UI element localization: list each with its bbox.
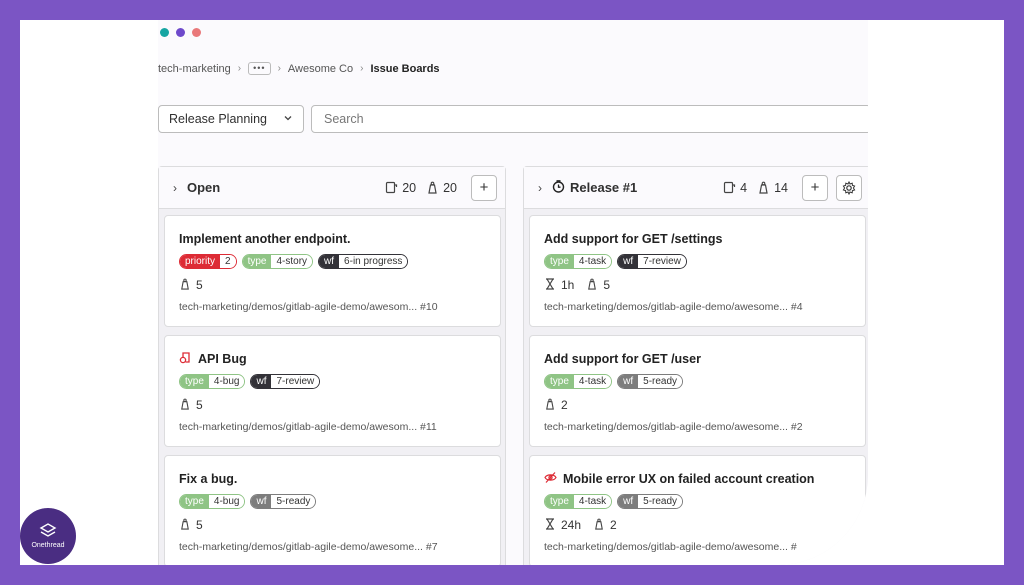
weight-icon bbox=[586, 278, 598, 293]
issue-title[interactable]: API Bug bbox=[198, 352, 247, 366]
bug-icon bbox=[179, 351, 192, 367]
issue-weight: 2 bbox=[610, 518, 617, 532]
issue-card[interactable]: Add support for GET /settings type 4-task… bbox=[529, 215, 866, 327]
label-type[interactable]: type 4-story bbox=[241, 254, 314, 269]
column-title: Release #1 bbox=[570, 180, 638, 195]
issue-weight: 5 bbox=[196, 518, 203, 532]
chevron-down-icon bbox=[283, 112, 293, 126]
issue-reference: tech-marketing/demos/gitlab-agile-demo/a… bbox=[179, 421, 437, 433]
issue-reference: tech-marketing/demos/gitlab-agile-demo/a… bbox=[544, 541, 797, 553]
time-estimate: 24h bbox=[561, 518, 582, 532]
chevron-right-icon: › bbox=[360, 63, 364, 74]
issue-title[interactable]: Add support for GET /user bbox=[544, 352, 701, 366]
issue-reference: tech-marketing/demos/gitlab-agile-demo/a… bbox=[179, 301, 438, 313]
window-controls bbox=[160, 28, 201, 37]
issue-reference: tech-marketing/demos/gitlab-agile-demo/a… bbox=[544, 421, 803, 433]
chevron-right-icon: › bbox=[277, 63, 281, 74]
breadcrumb: tech-marketing › ••• › Awesome Co › Issu… bbox=[158, 62, 440, 75]
column-title: Open bbox=[187, 180, 221, 195]
issue-weight: 2 bbox=[561, 398, 568, 412]
weight-icon bbox=[757, 181, 770, 194]
weight-icon bbox=[179, 398, 191, 413]
filter-bar: Release Planning Search bbox=[158, 105, 868, 135]
issue-card[interactable]: Fix a bug. type 4-bug wf 5-ready 5 tech-ma… bbox=[164, 455, 501, 565]
issue-card[interactable]: Mobile error UX on failed account creati… bbox=[529, 455, 866, 565]
column-header: › Release #1 4 14 + bbox=[524, 167, 868, 209]
board-select-value: Release Planning bbox=[169, 112, 267, 126]
issues-icon bbox=[385, 181, 398, 194]
breadcrumb-item-current[interactable]: Issue Boards bbox=[370, 63, 439, 75]
issue-title[interactable]: Add support for GET /settings bbox=[544, 232, 722, 246]
board-select-dropdown[interactable]: Release Planning bbox=[158, 105, 304, 133]
issue-card[interactable]: API Bug type 4-bug wf 7-review 5 tech-mark… bbox=[164, 335, 501, 447]
label-workflow[interactable]: wf 7-review bbox=[250, 374, 321, 389]
issue-title[interactable]: Fix a bug. bbox=[179, 472, 237, 486]
window-dot-purple[interactable] bbox=[176, 28, 185, 37]
breadcrumb-item-project[interactable]: Awesome Co bbox=[288, 63, 353, 75]
weight-icon bbox=[179, 278, 191, 293]
label-type[interactable]: type 4-task bbox=[544, 254, 613, 269]
issue-board-app: tech-marketing › ••• › Awesome Co › Issu… bbox=[158, 20, 868, 565]
search-input[interactable]: Search bbox=[311, 105, 868, 133]
weight-total: 14 bbox=[774, 180, 788, 195]
breadcrumb-item-group[interactable]: tech-marketing bbox=[158, 63, 231, 75]
add-issue-button[interactable]: + bbox=[802, 174, 828, 201]
onethread-logo: Onethread bbox=[20, 508, 76, 564]
chevron-right-icon[interactable]: › bbox=[173, 181, 177, 195]
label-priority[interactable]: priority 2 bbox=[179, 254, 237, 269]
weight-icon bbox=[426, 181, 439, 194]
weight-icon bbox=[179, 518, 191, 533]
logo-text: Onethread bbox=[31, 542, 65, 549]
settings-gear-button[interactable] bbox=[836, 174, 862, 201]
hourglass-icon bbox=[544, 517, 556, 533]
search-placeholder: Search bbox=[324, 112, 364, 126]
issue-reference: tech-marketing/demos/gitlab-agile-demo/a… bbox=[179, 541, 438, 553]
chevron-right-icon: › bbox=[237, 63, 242, 74]
column-header: › Open 20 20 + bbox=[159, 167, 505, 209]
milestone-clock-icon bbox=[552, 179, 565, 196]
label-workflow[interactable]: wf 5-ready bbox=[617, 494, 684, 509]
issue-count: 4 bbox=[740, 180, 748, 195]
label-type[interactable]: type 4-task bbox=[544, 374, 613, 389]
breadcrumb-more-button[interactable]: ••• bbox=[248, 62, 271, 75]
issue-card[interactable]: Implement another endpoint. priority 2 ty… bbox=[164, 215, 501, 327]
issue-weight: 5 bbox=[603, 278, 611, 292]
time-estimate: 1h bbox=[561, 278, 575, 292]
issue-reference: tech-marketing/demos/gitlab-agile-demo/a… bbox=[544, 301, 803, 313]
issues-icon bbox=[723, 181, 736, 194]
screenshot-canvas: tech-marketing › ••• › Awesome Co › Issu… bbox=[20, 20, 1004, 565]
onethread-logo-icon bbox=[39, 523, 57, 537]
gear-icon bbox=[842, 180, 856, 195]
hourglass-icon bbox=[544, 277, 556, 293]
column-stats: 4 14 + bbox=[723, 174, 862, 201]
board-column-release: › Release #1 4 14 + Add support for GET … bbox=[523, 166, 868, 565]
board-column-open: › Open 20 20 + Implement another endpoin… bbox=[158, 166, 506, 565]
label-workflow[interactable]: wf 5-ready bbox=[250, 494, 317, 509]
window-dot-red[interactable] bbox=[192, 28, 201, 37]
label-workflow[interactable]: wf 5-ready bbox=[617, 374, 684, 389]
eye-slash-icon bbox=[544, 471, 557, 487]
window-dot-teal[interactable] bbox=[160, 28, 169, 37]
issue-card[interactable]: Add support for GET /user type 4-task wf 5… bbox=[529, 335, 866, 447]
label-workflow[interactable]: wf 6-in progress bbox=[318, 254, 409, 269]
label-type[interactable]: type 4-task bbox=[544, 494, 613, 509]
issue-title[interactable]: Implement another endpoint. bbox=[179, 232, 351, 246]
weight-total: 20 bbox=[443, 180, 457, 195]
weight-icon bbox=[544, 398, 556, 413]
add-issue-button[interactable]: + bbox=[471, 174, 497, 201]
label-type[interactable]: type 4-bug bbox=[179, 494, 246, 509]
issue-title[interactable]: Mobile error UX on failed account creati… bbox=[563, 472, 814, 486]
issue-count: 20 bbox=[402, 180, 417, 195]
column-stats: 20 20 + bbox=[385, 174, 497, 201]
label-type[interactable]: type 4-bug bbox=[179, 374, 246, 389]
label-workflow[interactable]: wf 7-review bbox=[617, 254, 687, 269]
issue-weight: 5 bbox=[196, 278, 203, 292]
chevron-right-icon[interactable]: › bbox=[538, 181, 542, 195]
weight-icon bbox=[593, 518, 605, 533]
issue-weight: 5 bbox=[196, 398, 203, 412]
